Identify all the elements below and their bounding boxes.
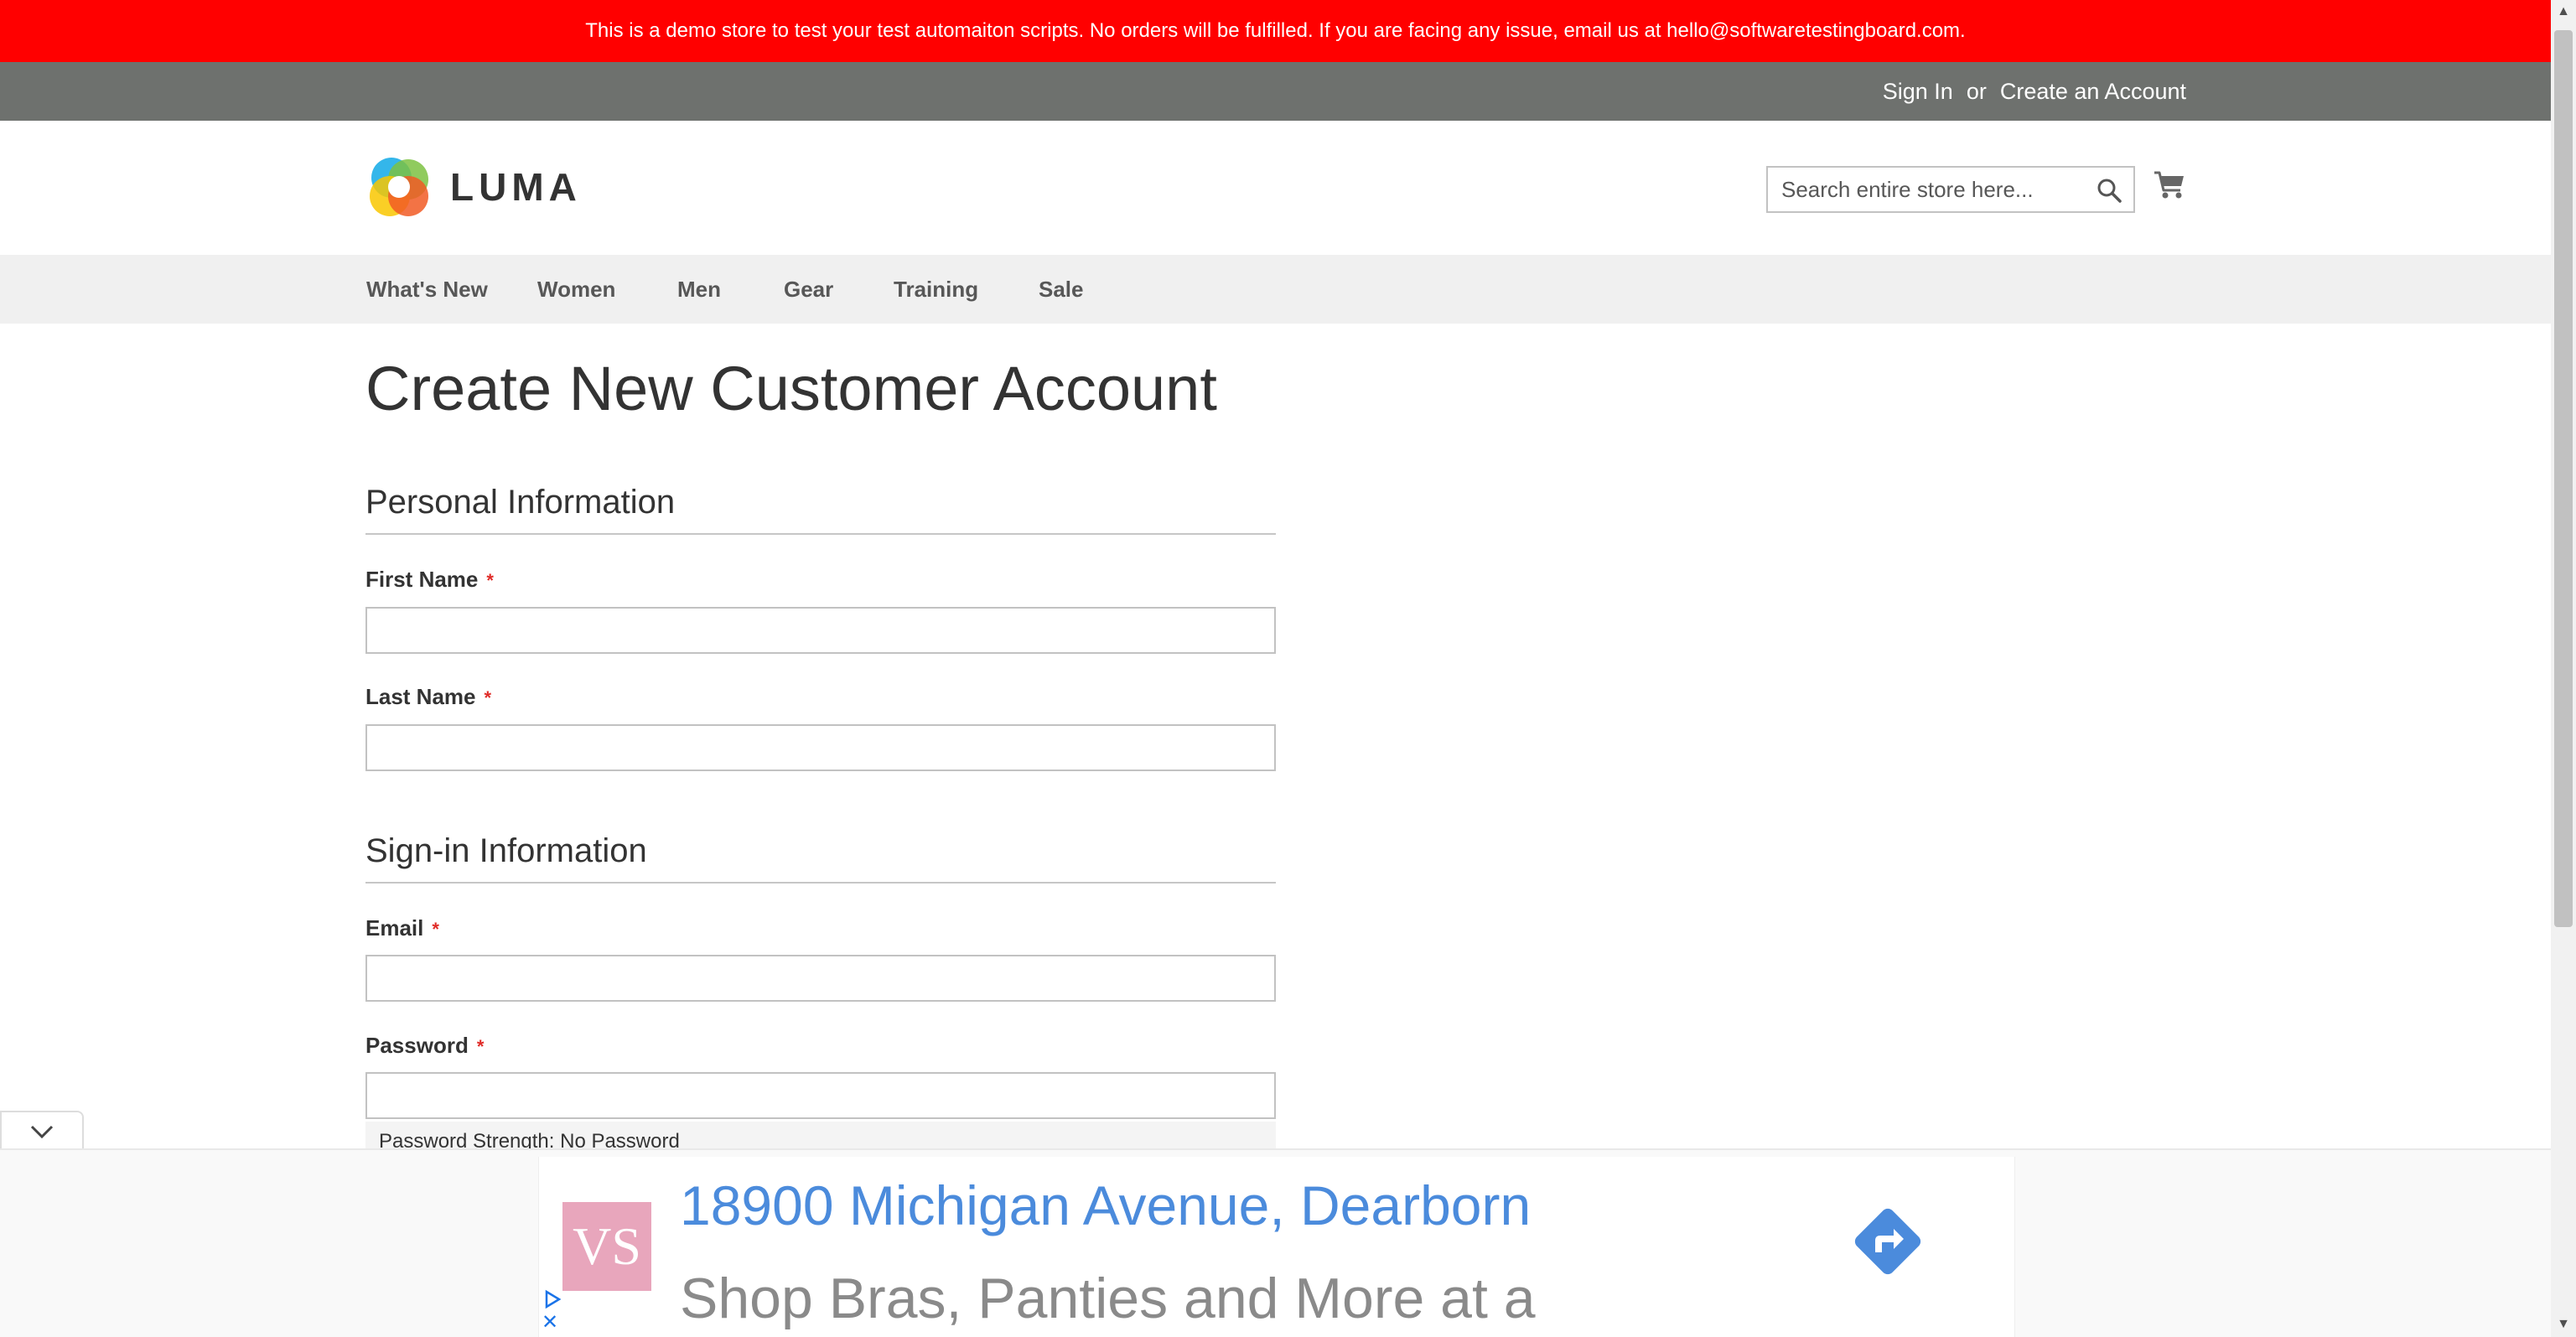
ad-brand-logo: VS bbox=[562, 1202, 651, 1291]
page-title: Create New Customer Account bbox=[365, 354, 1217, 423]
required-marker: * bbox=[432, 919, 439, 940]
first-name-field[interactable] bbox=[365, 607, 1276, 654]
last-name-label: Last Name * bbox=[365, 684, 491, 710]
first-name-label-text: First Name bbox=[365, 567, 479, 592]
nav-item-whats-new[interactable]: What's New bbox=[366, 255, 488, 324]
ad-address: 18900 Michigan Avenue, Dearborn bbox=[680, 1174, 1532, 1236]
first-name-label: First Name * bbox=[365, 567, 494, 593]
search-icon[interactable] bbox=[2097, 178, 2122, 203]
scroll-up-arrow[interactable]: ▲ bbox=[2555, 3, 2572, 20]
password-strength-meter: Password Strength: No Password bbox=[365, 1122, 1276, 1148]
cart-icon[interactable] bbox=[2153, 168, 2186, 201]
signin-info-heading: Sign-in Information bbox=[365, 827, 1276, 884]
ad-subtext: Shop Bras, Panties and More at a bbox=[680, 1267, 1536, 1330]
password-label-text: Password bbox=[365, 1033, 469, 1058]
last-name-label-text: Last Name bbox=[365, 684, 476, 709]
ad-close-icon[interactable]: ✕ bbox=[542, 1313, 562, 1333]
nav-item-women[interactable]: Women bbox=[537, 255, 615, 324]
nav-item-men[interactable]: Men bbox=[677, 255, 721, 324]
luma-logo-icon bbox=[370, 158, 428, 216]
page-scrollbar[interactable]: ▲ ▼ bbox=[2551, 0, 2576, 1337]
personal-info-heading: Personal Information bbox=[365, 478, 1276, 535]
search-input[interactable] bbox=[1768, 168, 2100, 211]
header-top-bar: Sign In or Create an Account bbox=[0, 62, 2551, 121]
required-marker: * bbox=[486, 570, 494, 591]
scroll-down-arrow[interactable]: ▼ bbox=[2555, 1316, 2572, 1333]
demo-notice-banner: This is a demo store to test your test a… bbox=[0, 0, 2551, 62]
last-name-field[interactable] bbox=[365, 724, 1276, 771]
required-marker: * bbox=[484, 687, 492, 708]
password-field[interactable] bbox=[365, 1072, 1276, 1119]
scroll-thumb[interactable] bbox=[2554, 30, 2573, 927]
ad-creative[interactable]: VS 18900 Michigan Avenue, Dearborn Shop … bbox=[538, 1157, 2015, 1337]
password-label: Password * bbox=[365, 1033, 484, 1059]
ad-collapse-toggle[interactable] bbox=[0, 1111, 84, 1151]
ad-brand-logo-text: VS bbox=[573, 1216, 641, 1276]
bottom-ad-bar: VS 18900 Michigan Avenue, Dearborn Shop … bbox=[0, 1148, 2551, 1337]
main-navigation: What's New Women Men Gear Training Sale bbox=[0, 255, 2551, 324]
required-marker: * bbox=[476, 1036, 485, 1057]
email-label-text: Email bbox=[365, 915, 424, 941]
nav-item-sale[interactable]: Sale bbox=[1039, 255, 1084, 324]
sign-in-link[interactable]: Sign In bbox=[1883, 79, 1953, 105]
nav-item-gear[interactable]: Gear bbox=[784, 255, 833, 324]
directions-icon[interactable] bbox=[1852, 1205, 1924, 1277]
logo-text: LUMA bbox=[450, 165, 582, 209]
demo-notice-text: This is a demo store to test your test a… bbox=[585, 19, 1966, 42]
adchoices-icon[interactable] bbox=[542, 1289, 562, 1309]
chevron-down-icon bbox=[30, 1125, 54, 1139]
store-logo[interactable]: LUMA bbox=[366, 154, 582, 220]
create-account-link[interactable]: Create an Account bbox=[2000, 79, 2186, 105]
or-separator: or bbox=[1966, 78, 1987, 104]
email-field[interactable] bbox=[365, 955, 1276, 1002]
ad-clipped-line bbox=[539, 1157, 2014, 1169]
header-main: LUMA bbox=[0, 121, 2551, 255]
password-strength-text: Password Strength: No Password bbox=[379, 1130, 680, 1148]
nav-item-training[interactable]: Training bbox=[894, 255, 978, 324]
header-links: Sign In or Create an Account bbox=[1883, 62, 2186, 121]
email-label: Email * bbox=[365, 915, 439, 941]
search-box bbox=[1766, 166, 2135, 213]
